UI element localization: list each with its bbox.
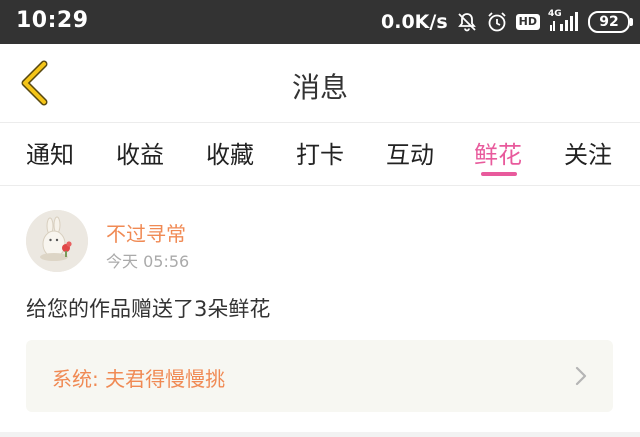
status-time: 10:29 (16, 8, 89, 33)
chevron-right-icon (575, 366, 587, 386)
avatar[interactable] (26, 210, 88, 272)
tab-interaction[interactable]: 互动 (386, 135, 434, 170)
message-card: 不过寻常 今天 05:56 给您的作品赠送了3朵鲜花 系统: 夫君得慢慢挑 (0, 185, 640, 437)
network-speed: 0.0K/s (381, 11, 448, 33)
divider (0, 432, 640, 437)
tab-earnings[interactable]: 收益 (116, 135, 164, 170)
tab-bar: 通知 收益 收藏 打卡 互动 鲜花 关注 (0, 122, 640, 186)
tab-notice[interactable]: 通知 (26, 135, 74, 170)
alarm-icon (486, 11, 508, 33)
network-type: 4G (548, 9, 562, 19)
system-work-label: 系统: 夫君得慢慢挑 (52, 367, 226, 391)
bell-off-icon (456, 11, 478, 33)
tab-favorites[interactable]: 收藏 (206, 135, 254, 170)
bunny-avatar-icon (26, 210, 88, 272)
active-tab-indicator (481, 172, 517, 176)
battery-level: 92 (599, 14, 619, 30)
tab-checkin[interactable]: 打卡 (296, 135, 344, 170)
battery-icon: 92 (588, 11, 633, 33)
nav-bar: 消息 (0, 44, 640, 122)
message-time: 今天 05:56 (106, 252, 190, 271)
tab-flowers[interactable]: 鲜花 (474, 135, 522, 170)
page-title: 消息 (291, 71, 348, 104)
sender-name[interactable]: 不过寻常 (106, 218, 186, 247)
status-icons: 0.0K/s HD 4G 92 (381, 9, 633, 35)
status-bar: 10:29 0.0K/s HD 4G 92 (0, 0, 640, 44)
tab-follow[interactable]: 关注 (564, 135, 612, 170)
system-work-link[interactable]: 系统: 夫君得慢慢挑 (26, 340, 613, 412)
hd-icon: HD (515, 14, 540, 30)
signal-icon: 4G (548, 9, 580, 33)
message-text: 给您的作品赠送了3朵鲜花 (26, 297, 271, 321)
